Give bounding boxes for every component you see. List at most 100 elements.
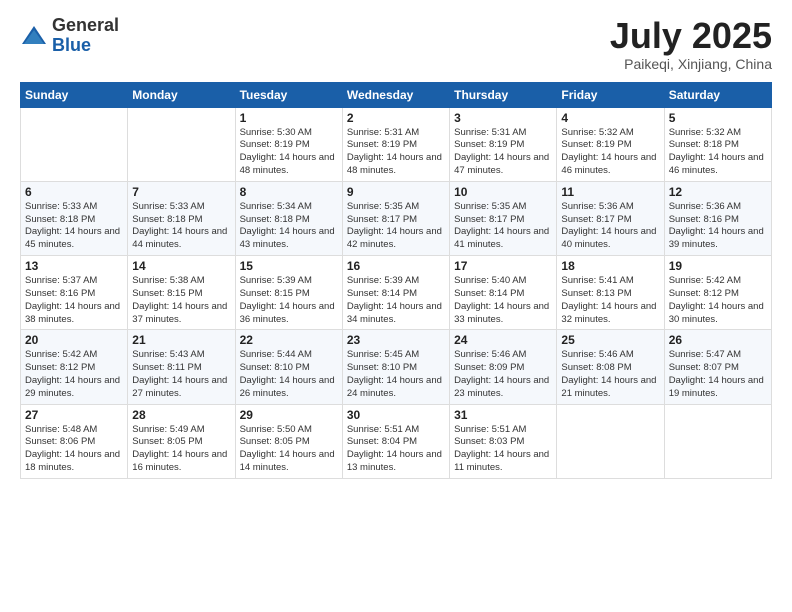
day-info: Sunrise: 5:40 AMSunset: 8:14 PMDaylight:… <box>454 275 552 326</box>
day-number: 20 <box>25 333 123 347</box>
logo-text: General Blue <box>52 16 119 56</box>
calendar-cell <box>128 107 235 181</box>
week-row-5: 27Sunrise: 5:48 AMSunset: 8:06 PMDayligh… <box>21 404 772 478</box>
day-number: 22 <box>240 333 338 347</box>
day-of-week-wednesday: Wednesday <box>342 82 449 107</box>
week-row-2: 6 Sunrise: 5:33 AMSunset: 8:18 PMDaylight… <box>21 181 772 255</box>
day-number: 17 <box>454 259 552 273</box>
calendar-cell: 4 Sunrise: 5:32 AMSunset: 8:19 PMDaylight… <box>557 107 664 181</box>
day-info: Sunrise: 5:42 AMSunset: 8:12 PMDaylight:… <box>669 275 767 326</box>
day-info: Sunrise: 5:50 AMSunset: 8:05 PMDaylight:… <box>240 424 338 475</box>
calendar-cell: 28 Sunrise: 5:49 AMSunset: 8:05 PMDayligh… <box>128 404 235 478</box>
day-of-week-saturday: Saturday <box>664 82 771 107</box>
calendar-cell: 1Sunrise: 5:30 AMSunset: 8:19 PMDaylight… <box>235 107 342 181</box>
day-info: Sunrise: 5:36 AMSunset: 8:16 PMDaylight:… <box>669 201 767 252</box>
day-number: 3 <box>454 111 552 125</box>
day-number: 18 <box>561 259 659 273</box>
day-number: 6 <box>25 185 123 199</box>
day-of-week-thursday: Thursday <box>450 82 557 107</box>
logo-general: General <box>52 16 119 36</box>
day-number: 29 <box>240 408 338 422</box>
day-info: Sunrise: 5:39 AMSunset: 8:14 PMDaylight:… <box>347 275 445 326</box>
calendar-cell: 8 Sunrise: 5:34 AMSunset: 8:18 PMDaylight… <box>235 181 342 255</box>
day-of-week-tuesday: Tuesday <box>235 82 342 107</box>
month-title: July 2025 <box>610 16 772 56</box>
calendar-cell: 29 Sunrise: 5:50 AMSunset: 8:05 PMDayligh… <box>235 404 342 478</box>
calendar-cell: 6 Sunrise: 5:33 AMSunset: 8:18 PMDaylight… <box>21 181 128 255</box>
day-info: Sunrise: 5:34 AMSunset: 8:18 PMDaylight:… <box>240 201 338 252</box>
day-number: 8 <box>240 185 338 199</box>
day-info: Sunrise: 5:39 AMSunset: 8:15 PMDaylight:… <box>240 275 338 326</box>
day-number: 4 <box>561 111 659 125</box>
day-number: 28 <box>132 408 230 422</box>
calendar-cell: 27Sunrise: 5:48 AMSunset: 8:06 PMDayligh… <box>21 404 128 478</box>
calendar-cell: 12 Sunrise: 5:36 AMSunset: 8:16 PMDayligh… <box>664 181 771 255</box>
calendar-cell: 9Sunrise: 5:35 AMSunset: 8:17 PMDaylight… <box>342 181 449 255</box>
day-info: Sunrise: 5:43 AMSunset: 8:11 PMDaylight:… <box>132 349 230 400</box>
header: General Blue July 2025 Paikeqi, Xinjiang… <box>20 16 772 72</box>
day-info: Sunrise: 5:35 AMSunset: 8:17 PMDaylight:… <box>454 201 552 252</box>
day-number: 10 <box>454 185 552 199</box>
day-number: 1 <box>240 111 338 125</box>
calendar: SundayMondayTuesdayWednesdayThursdayFrid… <box>20 82 772 479</box>
calendar-cell: 16 Sunrise: 5:39 AMSunset: 8:14 PMDayligh… <box>342 256 449 330</box>
day-of-week-sunday: Sunday <box>21 82 128 107</box>
calendar-cell: 30 Sunrise: 5:51 AMSunset: 8:04 PMDayligh… <box>342 404 449 478</box>
day-info: Sunrise: 5:46 AMSunset: 8:09 PMDaylight:… <box>454 349 552 400</box>
day-info: Sunrise: 5:38 AMSunset: 8:15 PMDaylight:… <box>132 275 230 326</box>
calendar-cell: 10 Sunrise: 5:35 AMSunset: 8:17 PMDayligh… <box>450 181 557 255</box>
day-info: Sunrise: 5:32 AMSunset: 8:19 PMDaylight:… <box>561 127 659 178</box>
logo-blue: Blue <box>52 36 119 56</box>
week-row-1: 1Sunrise: 5:30 AMSunset: 8:19 PMDaylight… <box>21 107 772 181</box>
calendar-cell <box>557 404 664 478</box>
calendar-cell: 15 Sunrise: 5:39 AMSunset: 8:15 PMDayligh… <box>235 256 342 330</box>
calendar-header: SundayMondayTuesdayWednesdayThursdayFrid… <box>21 82 772 107</box>
logo-icon <box>20 22 48 50</box>
calendar-cell: 31Sunrise: 5:51 AMSunset: 8:03 PMDayligh… <box>450 404 557 478</box>
day-number: 15 <box>240 259 338 273</box>
day-number: 7 <box>132 185 230 199</box>
calendar-cell <box>664 404 771 478</box>
day-number: 9 <box>347 185 445 199</box>
header-row: SundayMondayTuesdayWednesdayThursdayFrid… <box>21 82 772 107</box>
day-number: 30 <box>347 408 445 422</box>
day-info: Sunrise: 5:45 AMSunset: 8:10 PMDaylight:… <box>347 349 445 400</box>
day-number: 11 <box>561 185 659 199</box>
logo: General Blue <box>20 16 119 56</box>
day-info: Sunrise: 5:49 AMSunset: 8:05 PMDaylight:… <box>132 424 230 475</box>
calendar-cell <box>21 107 128 181</box>
day-number: 16 <box>347 259 445 273</box>
day-info: Sunrise: 5:37 AMSunset: 8:16 PMDaylight:… <box>25 275 123 326</box>
calendar-body: 1Sunrise: 5:30 AMSunset: 8:19 PMDaylight… <box>21 107 772 478</box>
day-info: Sunrise: 5:51 AMSunset: 8:04 PMDaylight:… <box>347 424 445 475</box>
day-number: 12 <box>669 185 767 199</box>
day-info: Sunrise: 5:33 AMSunset: 8:18 PMDaylight:… <box>25 201 123 252</box>
page: General Blue July 2025 Paikeqi, Xinjiang… <box>0 0 792 612</box>
location: Paikeqi, Xinjiang, China <box>610 56 772 72</box>
day-info: Sunrise: 5:36 AMSunset: 8:17 PMDaylight:… <box>561 201 659 252</box>
day-info: Sunrise: 5:32 AMSunset: 8:18 PMDaylight:… <box>669 127 767 178</box>
calendar-cell: 2 Sunrise: 5:31 AMSunset: 8:19 PMDaylight… <box>342 107 449 181</box>
day-number: 27 <box>25 408 123 422</box>
day-number: 24 <box>454 333 552 347</box>
calendar-cell: 18Sunrise: 5:41 AMSunset: 8:13 PMDayligh… <box>557 256 664 330</box>
day-info: Sunrise: 5:51 AMSunset: 8:03 PMDaylight:… <box>454 424 552 475</box>
calendar-cell: 24 Sunrise: 5:46 AMSunset: 8:09 PMDayligh… <box>450 330 557 404</box>
week-row-3: 13 Sunrise: 5:37 AMSunset: 8:16 PMDayligh… <box>21 256 772 330</box>
calendar-cell: 3 Sunrise: 5:31 AMSunset: 8:19 PMDaylight… <box>450 107 557 181</box>
day-number: 2 <box>347 111 445 125</box>
day-of-week-monday: Monday <box>128 82 235 107</box>
calendar-cell: 23 Sunrise: 5:45 AMSunset: 8:10 PMDayligh… <box>342 330 449 404</box>
calendar-cell: 22Sunrise: 5:44 AMSunset: 8:10 PMDayligh… <box>235 330 342 404</box>
day-number: 23 <box>347 333 445 347</box>
calendar-cell: 19Sunrise: 5:42 AMSunset: 8:12 PMDayligh… <box>664 256 771 330</box>
day-number: 14 <box>132 259 230 273</box>
day-info: Sunrise: 5:31 AMSunset: 8:19 PMDaylight:… <box>454 127 552 178</box>
title-area: July 2025 Paikeqi, Xinjiang, China <box>610 16 772 72</box>
calendar-cell: 25Sunrise: 5:46 AMSunset: 8:08 PMDayligh… <box>557 330 664 404</box>
day-info: Sunrise: 5:33 AMSunset: 8:18 PMDaylight:… <box>132 201 230 252</box>
day-info: Sunrise: 5:42 AMSunset: 8:12 PMDaylight:… <box>25 349 123 400</box>
day-number: 13 <box>25 259 123 273</box>
calendar-cell: 14 Sunrise: 5:38 AMSunset: 8:15 PMDayligh… <box>128 256 235 330</box>
day-info: Sunrise: 5:31 AMSunset: 8:19 PMDaylight:… <box>347 127 445 178</box>
